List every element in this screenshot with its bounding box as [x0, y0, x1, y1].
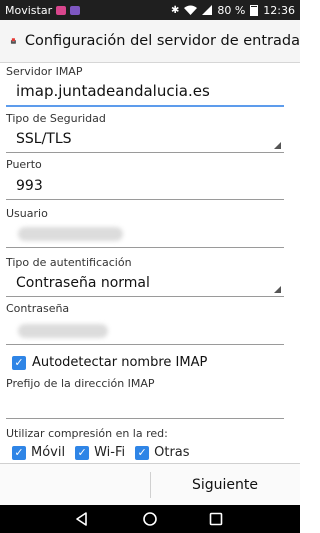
autodetect-imap-label: Autodetectar nombre IMAP — [32, 355, 208, 370]
page-title: Configuración del servidor de entrada — [24, 33, 300, 49]
compression-wifi-label: Wi-Fi — [94, 445, 126, 460]
auth-type-value: Contraseña normal — [16, 275, 150, 291]
auth-type-dropdown[interactable]: Contraseña normal — [6, 269, 284, 297]
checkbox-checked-icon: ✓ — [12, 355, 26, 370]
password-label: Contraseña — [6, 302, 70, 315]
checkbox-checked-icon: ✓ — [135, 445, 150, 460]
carrier-name: Movistar — [5, 3, 53, 17]
checkbox-checked-icon: ✓ — [12, 445, 26, 460]
bluetooth-icon: ✱ — [170, 4, 180, 16]
incoming-server-form: Servidor IMAP imap.juntadeandalucia.es T… — [0, 63, 300, 463]
autodetect-imap-checkbox[interactable]: ✓ Autodetectar nombre IMAP — [12, 355, 207, 370]
clock: 12:36 — [263, 3, 295, 17]
system-navigation-bar — [0, 505, 300, 533]
gmail-notification-icon — [56, 5, 67, 15]
password-input[interactable] — [6, 317, 284, 345]
viber-notification-icon — [70, 5, 81, 15]
compression-other-label: Otras — [154, 445, 190, 460]
wifi-icon — [184, 5, 198, 15]
compression-wifi-checkbox[interactable]: ✓ Wi-Fi — [75, 445, 125, 460]
bottom-button-bar: Siguiente — [0, 463, 300, 505]
port-label: Puerto — [6, 158, 42, 171]
security-type-value: SSL/TLS — [16, 131, 72, 147]
compression-mobile-checkbox[interactable]: ✓ Móvil — [12, 445, 65, 460]
auth-type-label: Tipo de autentificación — [6, 256, 132, 269]
imap-server-value: imap.juntadeandalucia.es — [16, 82, 210, 100]
signal-icon — [202, 5, 213, 15]
home-icon[interactable] — [142, 511, 158, 527]
imap-server-input[interactable]: imap.juntadeandalucia.es — [6, 79, 284, 107]
compression-mobile-label: Móvil — [31, 445, 66, 460]
next-button[interactable]: Siguiente — [150, 464, 300, 506]
redacted-password — [18, 324, 108, 338]
battery-icon — [250, 4, 259, 16]
compression-other-checkbox[interactable]: ✓ Otras — [135, 445, 190, 460]
port-input[interactable]: 993 — [6, 172, 284, 200]
port-value: 993 — [16, 178, 43, 194]
imap-server-label: Servidor IMAP — [6, 65, 83, 78]
battery-percent: 80 % — [217, 3, 246, 17]
compression-options: ✓ Móvil ✓ Wi-Fi ✓ Otras — [12, 445, 190, 460]
imap-prefix-label: Prefijo de la dirección IMAP — [6, 377, 155, 390]
imap-prefix-input[interactable] — [6, 391, 284, 419]
back-icon[interactable] — [74, 511, 90, 527]
user-input[interactable] — [6, 220, 284, 248]
recent-apps-icon[interactable] — [208, 511, 224, 527]
action-bar: Configuración del servidor de entrada — [0, 20, 300, 63]
redacted-username — [18, 227, 123, 241]
security-type-label: Tipo de Seguridad — [6, 112, 106, 125]
checkbox-checked-icon: ✓ — [75, 445, 90, 460]
security-type-dropdown[interactable]: SSL/TLS — [6, 125, 284, 153]
user-label: Usuario — [6, 207, 48, 220]
app-mail-server-icon — [10, 38, 16, 44]
status-bar: Movistar ✱ 80 % 12:36 — [0, 0, 300, 20]
compression-label: Utilizar compresión en la red: — [6, 427, 168, 440]
